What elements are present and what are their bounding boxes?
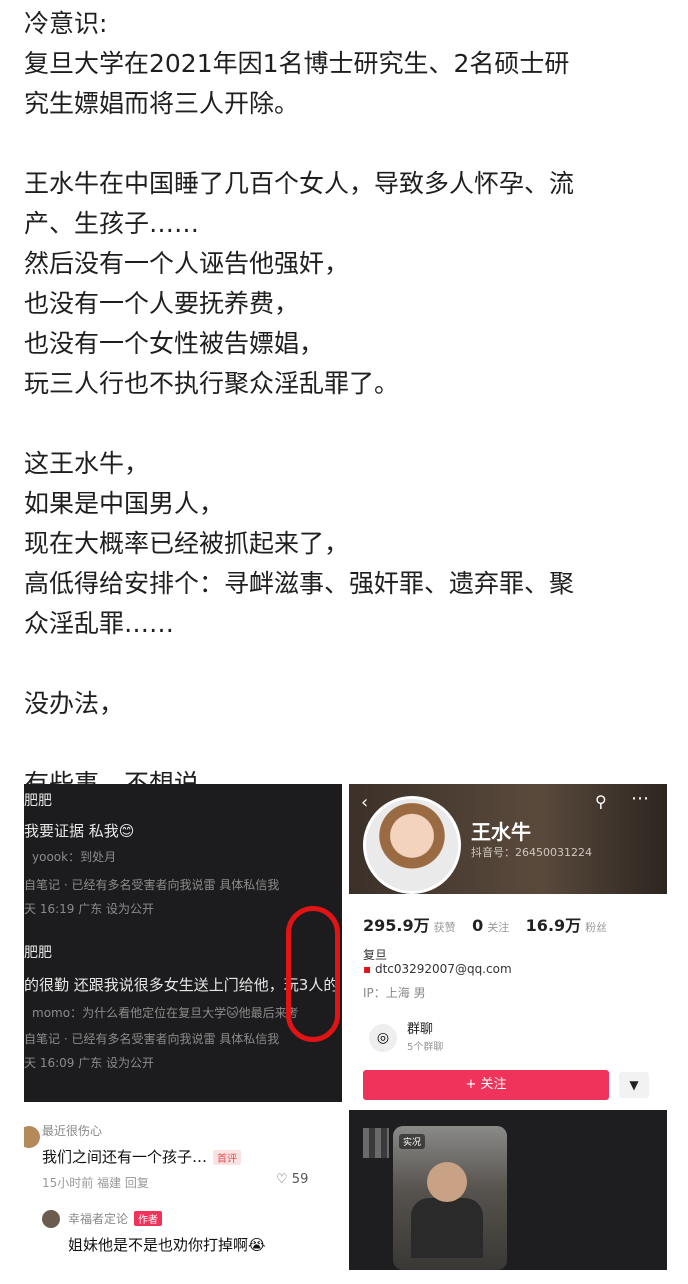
author-badge: 作者 bbox=[134, 1211, 163, 1226]
likes-label: 获赞 bbox=[433, 921, 456, 934]
comment-user[interactable]: 最近很伤心 bbox=[42, 1122, 102, 1139]
reply-text: 自笔记 · 已经有多名受害者向我说雷 具体私信我 bbox=[24, 1032, 280, 1046]
comment-screenshot-light: 最近很伤心 我们之间还有一个孩子… 首评 15小时前 福建 回复 ♡ 59 幸福者… bbox=[24, 1112, 342, 1272]
chat-icon: ◎ bbox=[369, 1024, 397, 1052]
comment-user: 肥肥 bbox=[24, 945, 52, 961]
profile-email: ▪ dtc03292007@qq.com bbox=[363, 962, 512, 976]
comment-text: 的很勤 还跟我说很多女生送上门给他，玩3人的 bbox=[24, 976, 339, 994]
group-title: 群聊 bbox=[407, 1022, 434, 1037]
post-line: 究生嫖娼而将三人开除。 bbox=[24, 89, 300, 118]
more-icon[interactable]: ⋯ bbox=[631, 788, 649, 809]
avatar[interactable] bbox=[363, 796, 461, 894]
post-line: 王水牛在中国睡了几百个女人，导致多人怀孕、流 bbox=[24, 169, 575, 198]
like-count: 59 bbox=[291, 1172, 309, 1187]
fans-count[interactable]: 16.9万 bbox=[526, 916, 581, 935]
live-photo-badge: 实况 bbox=[399, 1134, 426, 1149]
profile-screenshot: ‹ ⚲ ⋯ 王水牛 抖音号：26450031224 295.9万 获赞 0 关注 1… bbox=[349, 784, 667, 1102]
profile-location: IP：上海 男 bbox=[363, 986, 426, 1000]
heart-icon: ♡ bbox=[276, 1172, 292, 1187]
post-line: 也没有一个人要抚养费， bbox=[24, 289, 300, 318]
post-line: 复旦大学在2021年因1名博士研究生、2名硕士研 bbox=[24, 49, 570, 78]
reply-text: yoook：到处月 bbox=[32, 850, 117, 864]
comment-user: 肥肥 bbox=[24, 793, 52, 809]
comment-meta: 天 16:09 广东 设为公开 bbox=[24, 1056, 155, 1070]
following-label: 关注 bbox=[487, 921, 510, 934]
reply-text: 姐妹他是不是也劝你打掉啊😭 bbox=[68, 1236, 266, 1254]
post-line: 也没有一个女性被告嫖娼， bbox=[24, 329, 325, 358]
person-head bbox=[427, 1162, 467, 1202]
email-text: dtc03292007@qq.com bbox=[374, 962, 512, 976]
comment-text: 我们之间还有一个孩子… 首评 bbox=[42, 1146, 242, 1167]
mail-icon: ▪ bbox=[363, 962, 375, 976]
profile-stats: 295.9万 获赞 0 关注 16.9万 粉丝 bbox=[363, 912, 619, 936]
post-line: 众淫乱罪…… bbox=[24, 609, 175, 638]
group-count: 5个群聊 bbox=[407, 1042, 444, 1053]
reply-text: momo：为什么看他定位在复旦大学🐱他最后来考 bbox=[32, 1006, 299, 1020]
comment-meta: 天 16:19 广东 设为公开 bbox=[24, 902, 155, 916]
fans-label: 粉丝 bbox=[585, 921, 608, 934]
profile-uid: 抖音号：26450031224 bbox=[471, 846, 592, 859]
post-line: 冷意识: bbox=[24, 9, 108, 38]
dropdown-button[interactable]: ▼ bbox=[619, 1072, 649, 1098]
comment-body: 我们之间还有一个孩子… bbox=[42, 1148, 208, 1166]
pixelated-avatar bbox=[363, 1128, 389, 1158]
post-line: 然后没有一个人诬告他强奸， bbox=[24, 249, 350, 278]
post-line: 如果是中国男人， bbox=[24, 489, 225, 518]
group-chat-entry[interactable]: ◎ 群聊 5个群聊 bbox=[363, 1016, 653, 1060]
following-count[interactable]: 0 bbox=[472, 916, 483, 935]
profile-school: 复旦 bbox=[363, 948, 388, 962]
likes-count: 295.9万 bbox=[363, 916, 430, 935]
post-line: 没办法， bbox=[24, 689, 125, 718]
search-icon[interactable]: ⚲ bbox=[595, 792, 607, 811]
post-line: 玩三人行也不执行聚众淫乱罪了。 bbox=[24, 369, 400, 398]
like-button[interactable]: ♡ 59 bbox=[276, 1172, 308, 1187]
post-line: 这王水牛， bbox=[24, 449, 150, 478]
first-comment-badge: 首评 bbox=[213, 1150, 242, 1165]
post-line: 产、生孩子…… bbox=[24, 209, 200, 238]
avatar[interactable] bbox=[42, 1210, 60, 1228]
follow-button[interactable]: + 关注 bbox=[363, 1070, 609, 1100]
back-icon[interactable]: ‹ bbox=[361, 792, 368, 813]
comment-text: 我要证据 私我😊 bbox=[24, 822, 135, 840]
post-line: 现在大概率已经被抓起来了， bbox=[24, 529, 350, 558]
comment-screenshot-dark[interactable]: 肥肥 我要证据 私我😊 yoook：到处月 自笔记 · 已经有多名受害者向我说雷… bbox=[24, 784, 342, 1102]
video-screenshot[interactable]: 实况 bbox=[349, 1110, 667, 1270]
comment-meta: 15小时前 福建 回复 bbox=[42, 1176, 149, 1190]
reply-user: 幸福者定论 作者 bbox=[68, 1210, 163, 1227]
person-body bbox=[411, 1198, 483, 1258]
reply-text: 自笔记 · 已经有多名受害者向我说雷 具体私信我 bbox=[24, 878, 280, 892]
post-line: 高低得给安排个：寻衅滋事、强奸罪、遗弃罪、聚 bbox=[24, 569, 575, 598]
post-text: 冷意识: 复旦大学在2021年因1名博士研究生、2名硕士研 究生嫖娼而将三人开除… bbox=[24, 4, 664, 804]
avatar[interactable] bbox=[24, 1126, 40, 1148]
reply-username[interactable]: 幸福者定论 bbox=[68, 1212, 128, 1226]
profile-name: 王水牛 bbox=[471, 820, 531, 844]
